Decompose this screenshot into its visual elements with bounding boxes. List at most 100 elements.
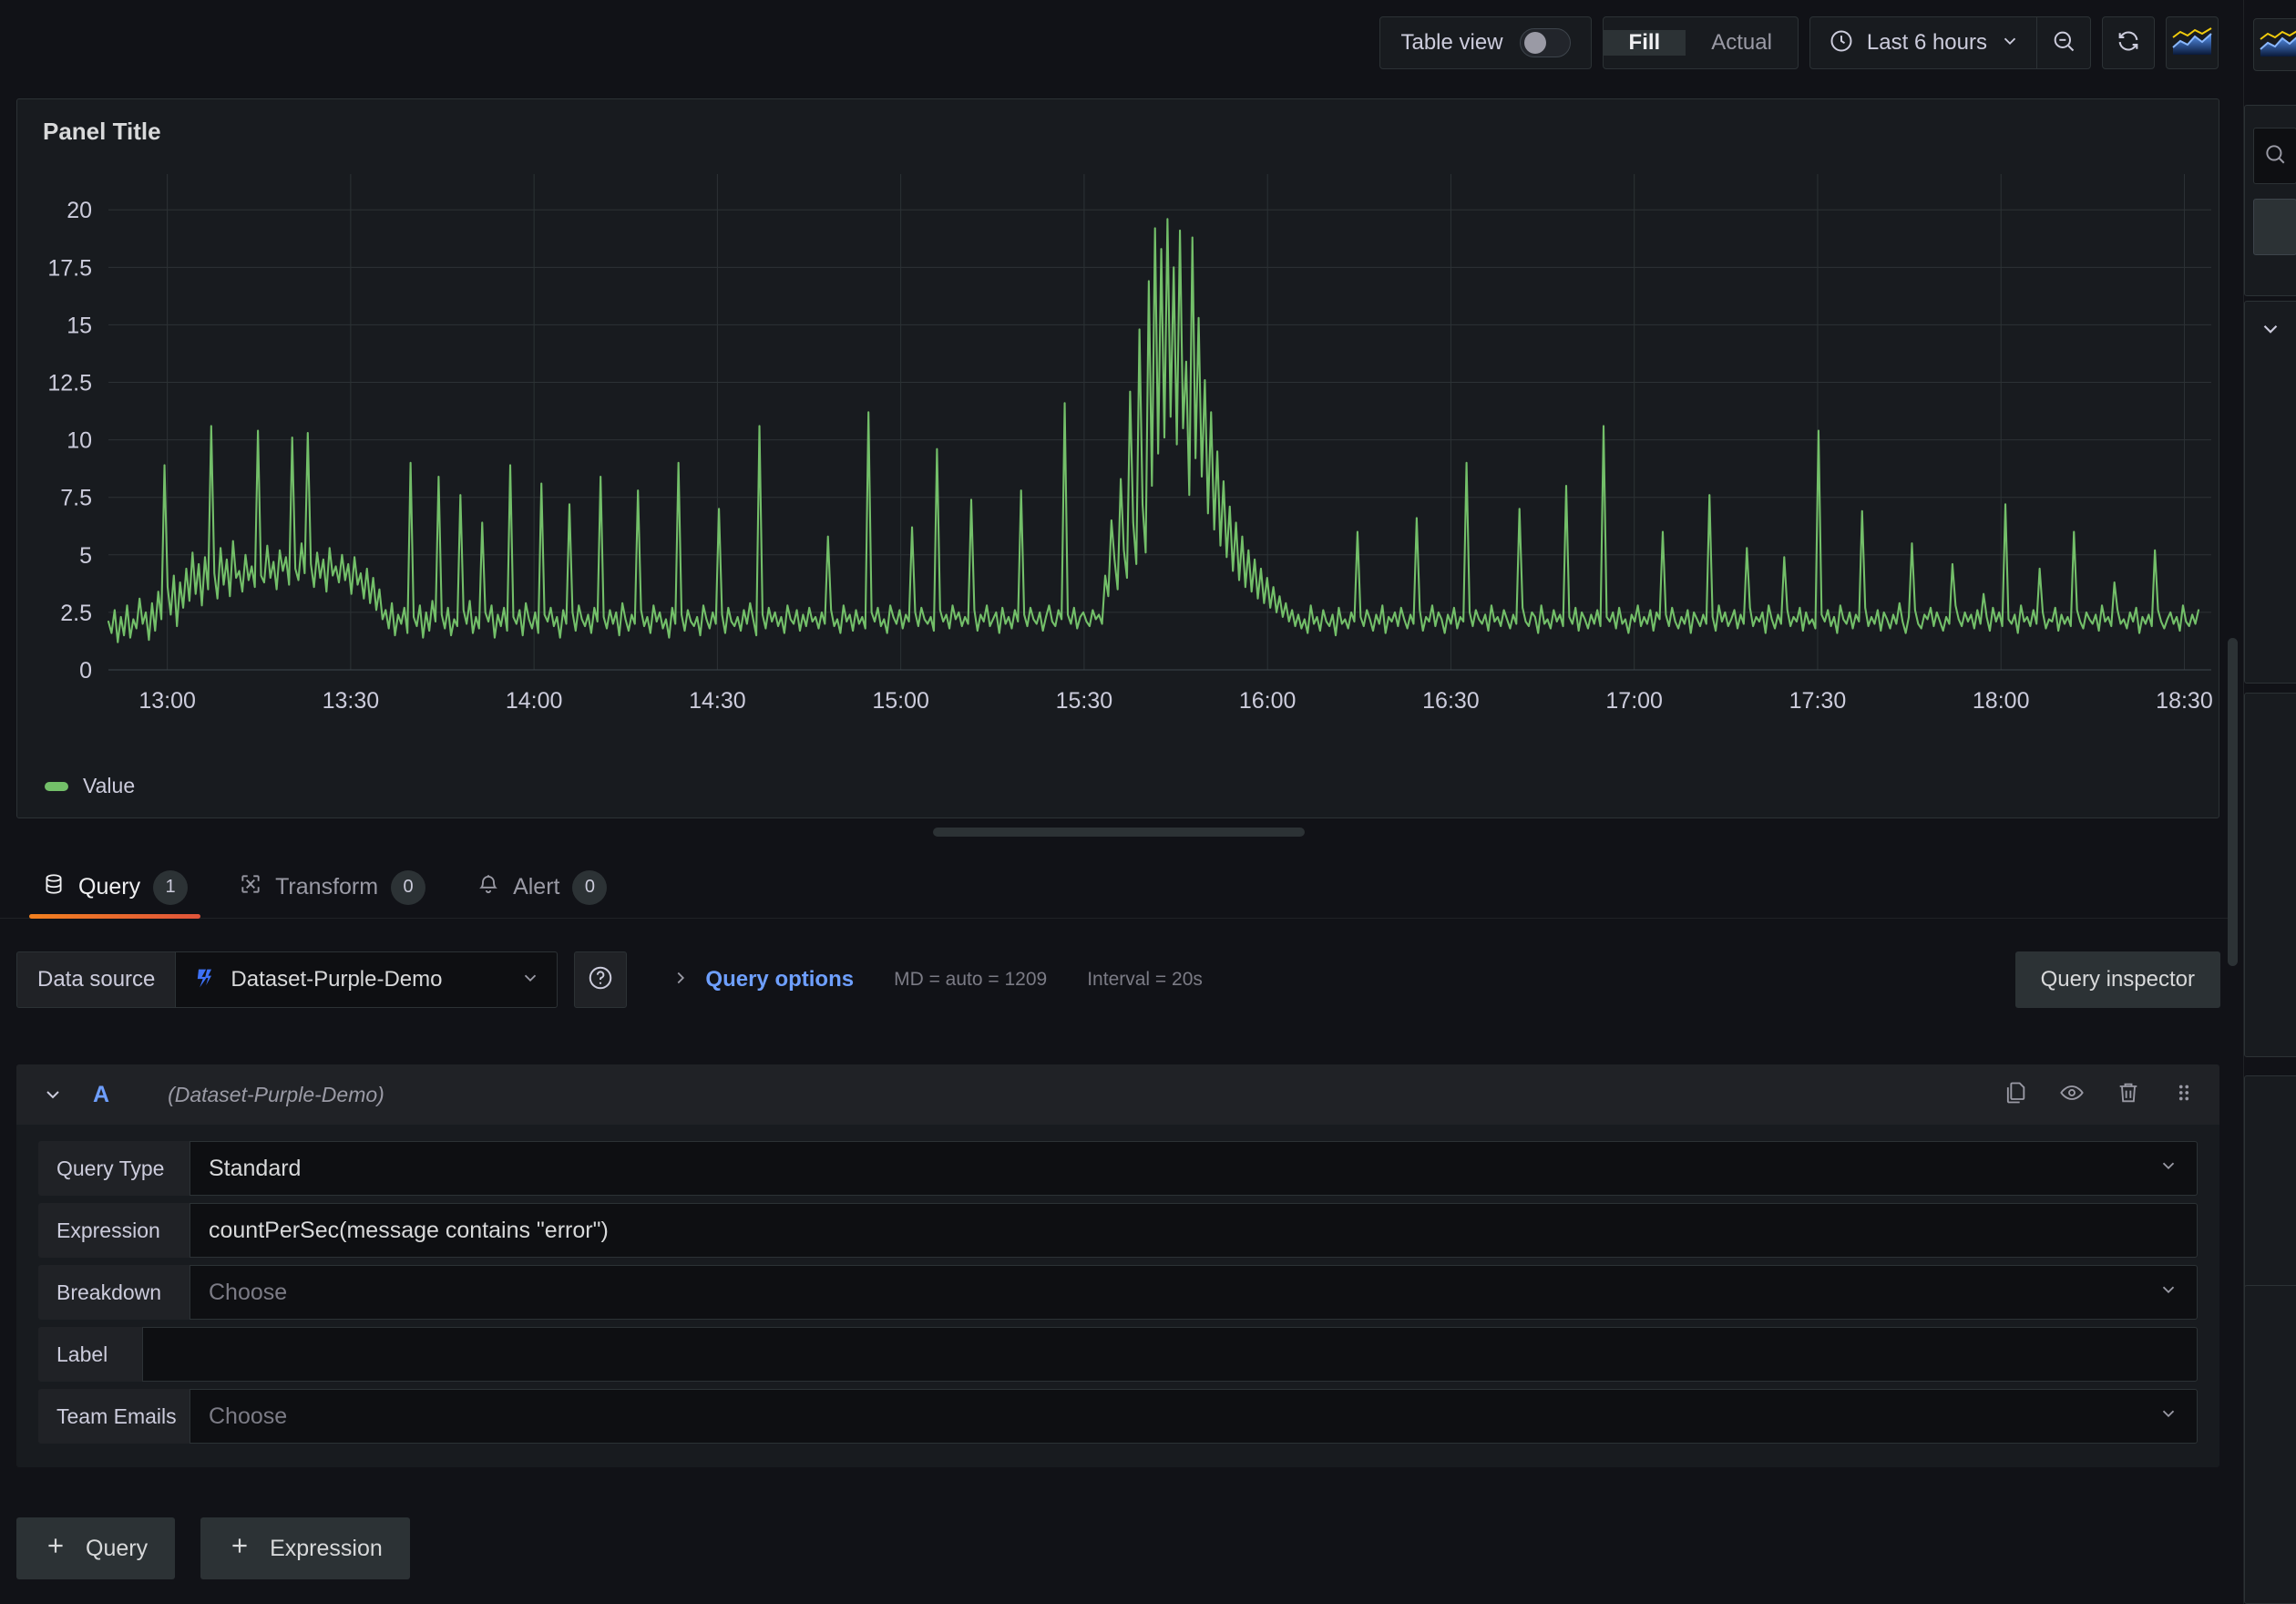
- options-section-tooltip: [2244, 693, 2296, 1057]
- query-options-label[interactable]: Query options: [705, 967, 854, 992]
- query-type-label: Query Type: [38, 1141, 190, 1196]
- time-range-picker[interactable]: Last 6 hours: [1829, 17, 2037, 68]
- time-range-group: Last 6 hours: [1809, 16, 2091, 69]
- datasource-selected-name: Dataset-Purple-Demo: [231, 967, 507, 992]
- team-emails-select[interactable]: Choose: [190, 1389, 2198, 1444]
- query-options-group[interactable]: Query options MD = auto = 1209 Interval …: [671, 967, 1202, 992]
- fill-button[interactable]: Fill: [1604, 30, 1686, 56]
- breakdown-placeholder: Choose: [209, 1280, 287, 1306]
- svg-text:15: 15: [67, 313, 92, 338]
- datasource-help-button[interactable]: [574, 951, 627, 1008]
- svg-text:10: 10: [67, 428, 92, 454]
- drag-handle-icon[interactable]: [2172, 1081, 2196, 1109]
- datasource-picker[interactable]: Dataset-Purple-Demo: [175, 951, 558, 1008]
- breakdown-label: Breakdown: [38, 1265, 190, 1320]
- datasource-logo-icon: [192, 965, 218, 995]
- chevron-down-icon: [2158, 1280, 2178, 1306]
- tab-alert[interactable]: Alert 0: [451, 857, 632, 919]
- svg-text:18:30: 18:30: [2156, 688, 2213, 714]
- svg-text:13:30: 13:30: [323, 688, 380, 714]
- time-range-label: Last 6 hours: [1867, 30, 1987, 56]
- add-expression-label: Expression: [270, 1536, 383, 1562]
- svg-text:5: 5: [79, 543, 92, 569]
- zoom-out-icon: [2051, 28, 2076, 58]
- tab-transform-label: Transform: [275, 874, 378, 900]
- field-row-breakdown: Breakdown Choose: [16, 1265, 2219, 1320]
- chart-svg: 02.557.51012.51517.52013:0013:3014:0014:…: [17, 163, 2220, 756]
- expression-value: countPerSec(message contains "error"): [209, 1218, 609, 1244]
- field-row-query-type: Query Type Standard: [16, 1141, 2219, 1196]
- label-field-label: Label: [38, 1327, 142, 1382]
- legend-color-swatch[interactable]: [45, 782, 68, 791]
- svg-text:13:00: 13:00: [138, 688, 196, 714]
- duplicate-query-icon[interactable]: [2003, 1080, 2028, 1110]
- svg-text:18:00: 18:00: [1973, 688, 2030, 714]
- actual-button[interactable]: Actual: [1686, 30, 1798, 56]
- max-datapoints-text: MD = auto = 1209: [894, 969, 1047, 991]
- options-viz-picker[interactable]: [2253, 18, 2296, 71]
- svg-text:15:30: 15:30: [1056, 688, 1113, 714]
- table-view-group: Table view: [1379, 16, 1591, 69]
- label-input[interactable]: [142, 1327, 2198, 1382]
- add-query-button[interactable]: Query: [16, 1517, 175, 1579]
- field-row-expression: Expression countPerSec(message contains …: [16, 1203, 2219, 1258]
- svg-text:16:00: 16:00: [1239, 688, 1297, 714]
- page-scrollbar[interactable]: [2228, 638, 2238, 966]
- svg-text:15:00: 15:00: [872, 688, 929, 714]
- svg-text:12.5: 12.5: [47, 371, 92, 396]
- chevron-down-icon: [2158, 1156, 2178, 1182]
- tab-alert-count: 0: [572, 870, 607, 905]
- table-view-toggle[interactable]: [1520, 28, 1571, 57]
- svg-text:20: 20: [67, 198, 92, 223]
- question-circle-icon: [587, 964, 614, 996]
- options-search-input[interactable]: [2253, 128, 2296, 184]
- svg-text:2.5: 2.5: [60, 601, 92, 626]
- visualization-picker-button[interactable]: [2166, 16, 2219, 69]
- table-view-label: Table view: [1400, 30, 1502, 56]
- time-series-icon: [2171, 26, 2213, 61]
- options-filter-button[interactable]: [2253, 199, 2296, 255]
- breakdown-select[interactable]: Choose: [190, 1265, 2198, 1320]
- remove-query-icon[interactable]: [2116, 1080, 2141, 1110]
- svg-text:14:00: 14:00: [506, 688, 563, 714]
- query-inspector-button[interactable]: Query inspector: [2015, 951, 2220, 1008]
- query-actions: Query Expression: [16, 1517, 410, 1579]
- svg-text:14:30: 14:30: [689, 688, 746, 714]
- zoom-out-button[interactable]: [2037, 17, 2090, 68]
- team-emails-label: Team Emails: [38, 1389, 190, 1444]
- legend-series-label[interactable]: Value: [83, 774, 135, 798]
- query-row-header: A (Dataset-Purple-Demo): [16, 1064, 2219, 1125]
- refresh-button[interactable]: [2102, 16, 2155, 69]
- add-expression-button[interactable]: Expression: [200, 1517, 410, 1579]
- time-series-chart[interactable]: 02.557.51012.51517.52013:0013:3014:0014:…: [17, 163, 2220, 756]
- tab-transform[interactable]: Transform 0: [213, 857, 451, 919]
- clock-icon: [1829, 28, 1854, 58]
- hide-query-icon[interactable]: [2059, 1080, 2085, 1110]
- interval-text: Interval = 20s: [1087, 969, 1203, 991]
- datasource-label: Data source: [16, 951, 175, 1008]
- options-section-panel: [2244, 301, 2296, 684]
- svg-text:17.5: 17.5: [47, 255, 92, 281]
- visualization-panel: Panel Title 02.557.51012.51517.52013:001…: [16, 98, 2219, 818]
- field-row-team-emails: Team Emails Choose: [16, 1389, 2219, 1444]
- scale-mode-group: Fill Actual: [1603, 16, 1799, 69]
- chevron-right-icon: [671, 968, 691, 992]
- tab-query[interactable]: Query 1: [16, 857, 213, 919]
- svg-text:16:30: 16:30: [1422, 688, 1480, 714]
- bell-icon: [477, 872, 500, 902]
- expression-input[interactable]: countPerSec(message contains "error"): [190, 1203, 2198, 1258]
- svg-text:7.5: 7.5: [60, 486, 92, 511]
- expression-label: Expression: [38, 1203, 190, 1258]
- panel-title: Panel Title: [43, 118, 161, 146]
- collapse-query-icon[interactable]: [33, 1084, 73, 1105]
- query-ref-id[interactable]: A: [93, 1082, 109, 1108]
- tab-query-count: 1: [153, 870, 188, 905]
- svg-text:17:00: 17:00: [1605, 688, 1663, 714]
- time-series-icon: [2259, 27, 2296, 63]
- query-type-select[interactable]: Standard: [190, 1141, 2198, 1196]
- query-fields: Query Type Standard Expression countPerS…: [16, 1125, 2219, 1444]
- panel-resize-handle[interactable]: [933, 828, 1305, 837]
- options-section-panel-toggle[interactable]: [2244, 301, 2296, 357]
- chevron-down-icon: [2158, 1404, 2178, 1430]
- query-type-value: Standard: [209, 1156, 301, 1182]
